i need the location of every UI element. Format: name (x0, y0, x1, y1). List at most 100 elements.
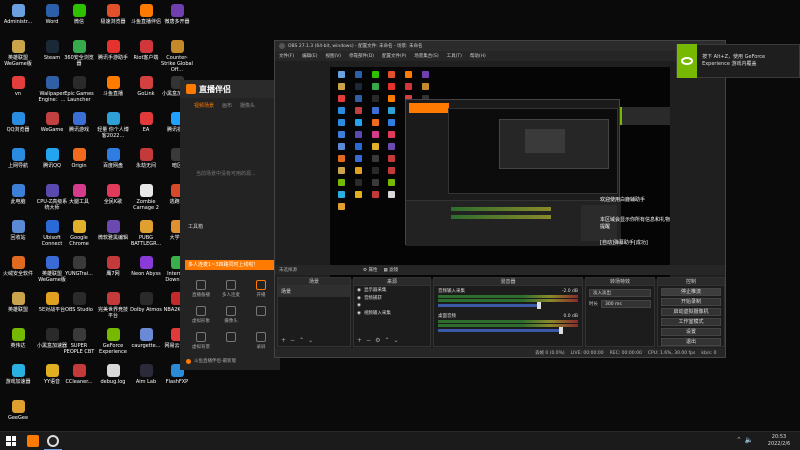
filters-button[interactable]: ▦ 滤镜 (383, 267, 398, 273)
scene-item[interactable]: 场景 (278, 286, 350, 297)
desktop-icon[interactable]: 腾讯游戏 (62, 112, 96, 133)
volume-slider[interactable] (438, 302, 541, 309)
source-item[interactable]: ◉ 视频输入采集 (354, 309, 430, 317)
remove-icon[interactable]: − (290, 337, 295, 344)
douyu-tool[interactable]: 多人连麦 (216, 280, 246, 298)
control-button[interactable]: 开始录制 (661, 298, 721, 306)
desktop-icon[interactable]: GeForce Experience (96, 328, 130, 355)
desktop-icon[interactable]: 360安全浏览器 (62, 40, 96, 67)
desktop-icon[interactable]: Dolby Atmos (129, 292, 163, 313)
source-item[interactable]: ◉ 音频捕获 (354, 294, 430, 302)
obs-menu-item[interactable]: 停靠部件(D) (349, 53, 374, 59)
desktop-icon[interactable]: 永劫无间 (129, 148, 163, 169)
desktop-icon[interactable]: Administr... (1, 4, 35, 25)
douyu-tool[interactable]: 虚拟背景 (186, 332, 216, 350)
douyu-tool[interactable]: 虚拟形象 (186, 306, 216, 324)
desktop-icon[interactable]: caurgette... (129, 328, 163, 349)
desktop-icon[interactable]: 英雄联盟 (1, 292, 35, 313)
desktop-icon[interactable]: 微唐多开器 (160, 4, 194, 25)
desktop-icon[interactable]: QQ浏览器 (1, 112, 35, 133)
chevron-up-icon[interactable]: ⌃ (299, 337, 304, 344)
eye-icon[interactable]: ◉ (357, 303, 361, 308)
desktop-icon[interactable]: Epic Games Launcher (62, 76, 96, 103)
transition-select[interactable]: 淡入淡出 (589, 289, 651, 297)
taskbar-obs-icon[interactable] (47, 435, 59, 447)
desktop-icon[interactable]: YUNGTrai... (62, 256, 96, 277)
control-button[interactable]: 启动虚拟摄像机 (661, 308, 721, 316)
obs-menu-item[interactable]: 帮助(H) (470, 53, 486, 59)
add-icon[interactable]: + (357, 337, 362, 344)
desktop-icon[interactable]: 微软雅黑编辑 (96, 220, 130, 241)
desktop-icon[interactable]: 火绒安全软件 (1, 256, 35, 277)
desktop-icon[interactable]: Zombie Carnage 2 (129, 184, 163, 211)
desktop-icon[interactable]: 英雄联盟WeGame版 (1, 40, 35, 67)
desktop-icon[interactable]: GoLink (129, 76, 163, 97)
desktop-icon[interactable]: Google Chrome (62, 220, 96, 247)
desktop-icon[interactable]: 英伟达 (1, 328, 35, 349)
desktop-icon[interactable]: PUBG BATTLEGR... (129, 220, 163, 247)
douyu-tool[interactable]: 直播备播 (186, 280, 216, 298)
desktop-icon[interactable]: EA (129, 112, 163, 133)
obs-menu-item[interactable]: 视图(V) (325, 53, 341, 59)
desktop-icon[interactable]: 微信 (62, 4, 96, 25)
desktop-icon[interactable]: Origin (62, 148, 96, 169)
desktop-icon[interactable]: 斗鱼直播 (96, 76, 130, 97)
desktop-icon[interactable]: 回收站 (1, 220, 35, 241)
eye-icon[interactable]: ◉ (357, 288, 361, 293)
desktop-icon[interactable]: 上网导航 (1, 148, 35, 169)
desktop-icon[interactable]: Riot客户端 (129, 40, 163, 61)
desktop-icon[interactable]: OBS Studio (62, 292, 96, 313)
chevron-down-icon[interactable]: ⌄ (308, 337, 313, 344)
chevron-down-icon[interactable]: ⌄ (393, 337, 398, 344)
eye-icon[interactable]: ◉ (357, 296, 361, 301)
source-item[interactable]: ◉ 显示器采集 (354, 286, 430, 294)
douyu-tool[interactable]: 开播 (246, 280, 276, 298)
obs-menu-item[interactable]: 编辑(E) (302, 53, 317, 59)
chevron-up-icon[interactable]: ⌃ (736, 436, 742, 446)
desktop-icon[interactable]: 完美世界竞技平台 (96, 292, 130, 319)
eye-icon[interactable]: ◉ (357, 311, 361, 316)
control-button[interactable]: 停止推流 (661, 288, 721, 296)
speaker-icon[interactable]: 🔈 (745, 436, 754, 446)
desktop-icon[interactable]: 斗鱼直播伴侣 (129, 4, 163, 25)
obs-menu-item[interactable]: 工具(T) (447, 53, 462, 59)
control-button[interactable]: 设置 (661, 328, 721, 336)
source-item[interactable]: ◉ (354, 302, 430, 309)
douyu-tool[interactable] (246, 306, 276, 324)
douyu-banner[interactable]: 多人连麦1~3四路同时上线啦！ (185, 260, 277, 270)
desktop-icon[interactable]: Neon Abyss (129, 256, 163, 277)
desktop-icon[interactable]: GeeGee (1, 400, 35, 421)
desktop-icon[interactable]: 游戏加速器 (1, 364, 35, 385)
desktop-icon[interactable]: debug.log (96, 364, 130, 385)
nvidia-toast[interactable]: 按下 Alt+Z，使用 GeForce Experience 游戏内覆盖 (676, 44, 800, 78)
control-button[interactable]: 退出 (661, 338, 721, 346)
desktop-icon[interactable]: 百度网盘 (96, 148, 130, 169)
control-button[interactable]: 工作室模式 (661, 318, 721, 326)
slider-handle[interactable] (559, 327, 564, 334)
properties-button[interactable]: ⚙ 属性 (363, 267, 377, 273)
douyu-tab[interactable]: 视频场景 (194, 102, 214, 109)
douyu-tool[interactable] (216, 332, 246, 350)
desktop-icon[interactable]: 极速浏览器 (96, 4, 130, 25)
douyu-tool[interactable]: 录屏 (246, 332, 276, 350)
desktop-icon[interactable]: 此电脑 (1, 184, 35, 205)
taskbar-douyu-icon[interactable] (27, 435, 39, 447)
obs-preview[interactable]: 欢迎使用白鹿辅助手 本区域会显示你所有信息和礼物提醒 [自动]弹幕助手[成功] (330, 67, 670, 279)
remove-icon[interactable]: − (366, 337, 371, 344)
chevron-up-icon[interactable]: ⌃ (384, 337, 389, 344)
desktop-icon[interactable]: Counter-Strike Global Off... (160, 40, 194, 73)
clock[interactable]: 20:53 2022/2/6 (762, 434, 796, 448)
obs-menu-item[interactable]: 文件(F) (279, 53, 294, 59)
slider-handle[interactable] (536, 302, 541, 309)
gear-icon[interactable]: ⚙ (375, 337, 380, 344)
volume-slider[interactable] (438, 327, 564, 334)
desktop-icon[interactable]: 大腿工具 (62, 184, 96, 205)
add-icon[interactable]: + (281, 337, 286, 344)
douyu-tab[interactable]: 摄像头 (240, 102, 255, 109)
desktop-icon[interactable]: 全民K歌 (96, 184, 130, 205)
douyu-tab[interactable]: 画布 (222, 102, 232, 109)
douyu-tool[interactable]: 摄像头 (216, 306, 246, 324)
start-button[interactable] (6, 436, 16, 446)
obs-menu-item[interactable]: 配置文件(P) (382, 53, 406, 59)
desktop-icon[interactable]: vn (1, 76, 35, 97)
